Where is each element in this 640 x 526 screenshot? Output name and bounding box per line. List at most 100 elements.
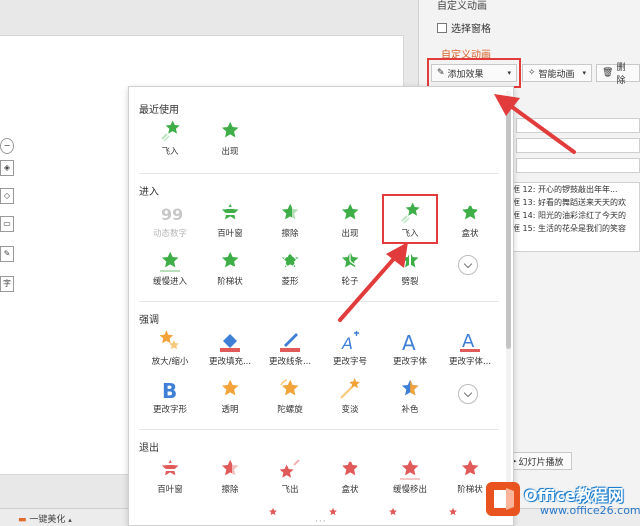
font-size-icon: A [341, 331, 359, 353]
divider [139, 429, 499, 430]
svg-text:B: B [162, 379, 177, 401]
bold-b-icon: B [162, 379, 177, 401]
effect-exit-blinds[interactable]: 百叶窗 [139, 457, 201, 507]
effect-label: 出现 [221, 147, 239, 157]
effect-fade[interactable]: 变淡 [319, 377, 381, 427]
emphasis-more-button[interactable] [458, 384, 478, 404]
effect-label: 飞入 [161, 147, 179, 157]
exit-blinds-star-icon [160, 457, 180, 481]
section-title-exit: 退出 [139, 443, 159, 454]
select-pane-icon [437, 22, 447, 33]
effect-label: 更改字体... [448, 357, 492, 367]
collapse-icon[interactable]: − [0, 138, 14, 154]
delete-button[interactable]: 🗑 删除 [596, 63, 640, 86]
fill-bucket-icon [220, 334, 240, 352]
pen-line-icon [280, 333, 300, 352]
slideshow-play-button[interactable]: ▸ 幻灯片播放 [508, 452, 572, 470]
effect-fly-out[interactable]: 飞出 [259, 457, 321, 507]
text-tool-icon[interactable]: 字 [0, 276, 14, 292]
pen-icon[interactable]: ✎ [0, 246, 14, 262]
select-pane-link[interactable]: 选择窗格 [437, 20, 491, 35]
effect-slow-enter[interactable]: 缓慢进入 [139, 249, 201, 299]
magic-wand-icon: ✧ [528, 68, 536, 78]
effect-appear[interactable]: 出现 [319, 201, 381, 251]
effect-change-font[interactable]: A 更改字体 [379, 329, 441, 379]
box-star-icon [461, 201, 479, 222]
svg-text:99: 99 [161, 205, 182, 224]
effect-change-font-size[interactable]: A 更改字号 [319, 329, 381, 379]
effect-wipe[interactable]: 擦除 [259, 201, 321, 251]
frame-icon[interactable]: ▭ [0, 216, 14, 232]
effect-label: 变淡 [341, 405, 359, 415]
effect-split[interactable]: 劈裂 [379, 249, 441, 299]
section-title-entrance: 进入 [139, 187, 159, 198]
list-item[interactable]: 框 14: 阳光的油彩涂红了今天的 [509, 209, 639, 222]
entrance-more-button[interactable] [458, 255, 478, 275]
effect-label: 阶梯状 [217, 277, 243, 287]
svg-text:A: A [402, 331, 416, 353]
pane-title: 自定义动画 [437, 1, 487, 12]
effect-label: 透明 [221, 405, 239, 415]
appear-star-icon [218, 119, 242, 143]
layers-icon[interactable]: ◈ [0, 160, 14, 176]
effect-label: 放大/缩小 [151, 357, 189, 367]
divider [139, 173, 499, 174]
effect-dynamic-number: 99 动态数字 [139, 201, 201, 251]
slow-enter-star-icon [160, 249, 180, 272]
effect-label: 劈裂 [401, 277, 419, 287]
blinds-star-icon [220, 201, 240, 225]
font-icon: A [402, 331, 416, 353]
effect-stairs[interactable]: 阶梯状 [199, 249, 261, 299]
list-item[interactable]: 框 12: 开心的锣鼓敲出年年... [509, 183, 639, 196]
effect-spin[interactable]: 陀螺旋 [259, 377, 321, 427]
fly-in-star-icon [161, 119, 182, 142]
effect-property-field[interactable] [516, 138, 640, 153]
effect-change-font-color[interactable]: A 更改字体... [439, 329, 501, 379]
effect-wheel[interactable]: 轮子 [319, 249, 381, 299]
effect-recent-appear[interactable]: 出现 [199, 119, 261, 169]
resize-grip-icon[interactable]: ··· [315, 517, 327, 525]
effect-recent-fly-in[interactable]: 飞入 [139, 119, 201, 169]
smart-animation-button[interactable]: ✧ 智能动画 ▾ [522, 64, 592, 82]
effect-transparency[interactable]: 透明 [199, 377, 261, 427]
effect-exit-wipe[interactable]: 擦除 [199, 457, 261, 507]
one-click-beautify-button[interactable]: ▬ 一键美化 ▴ [18, 512, 72, 525]
chevron-down-icon: ▾ [582, 69, 586, 77]
section-title-emphasis: 强调 [139, 315, 159, 326]
dropdown-scrollbar-thumb[interactable] [506, 109, 511, 349]
svg-text:A: A [462, 331, 475, 352]
effect-blinds[interactable]: 百叶窗 [199, 201, 261, 251]
list-item[interactable]: 框 15: 生活的花朵是我们的笑容 [509, 222, 639, 235]
effect-label: 缓慢进入 [152, 277, 187, 287]
shape-icon[interactable]: ◇ [0, 188, 14, 204]
effect-change-fill[interactable]: 更改填充... [199, 329, 261, 379]
fade-wand-icon [340, 377, 362, 399]
effect-slow-exit[interactable]: 缓慢移出 [379, 457, 441, 507]
effect-exit-box[interactable]: 盒状 [319, 457, 381, 507]
animation-list[interactable]: 框 12: 开心的锣鼓敲出年年... 框 13: 好看的舞蹈送来天天的欢 框 1… [508, 182, 640, 252]
effect-box[interactable]: 盒状 [439, 201, 501, 251]
select-pane-label: 选择窗格 [451, 24, 491, 35]
effect-change-line[interactable]: 更改线条... [259, 329, 321, 379]
beautify-icon: ▬ [18, 515, 27, 525]
add-effect-highlight [427, 58, 521, 88]
spin-star-icon [280, 379, 302, 401]
effect-label: 缓慢移出 [392, 485, 427, 495]
effect-complementary-color[interactable]: 补色 [379, 377, 441, 427]
trash-icon: 🗑 [602, 68, 614, 78]
effect-label: 更改字体 [392, 357, 427, 367]
effect-property-field[interactable] [516, 118, 640, 133]
effect-grow-shrink[interactable]: 放大/缩小 [139, 329, 201, 379]
effect-property-field[interactable] [516, 158, 640, 173]
slideshow-play-label: 幻灯片播放 [518, 457, 564, 468]
effect-change-font-style[interactable]: B 更改字形 [139, 377, 201, 427]
list-item[interactable]: 框 13: 好看的舞蹈送来天天的欢 [509, 196, 639, 209]
exit-box-star-icon [341, 457, 359, 478]
watermark-url: www.office26.com [540, 504, 640, 517]
effect-label: 更改字形 [152, 405, 187, 415]
delete-label: 删除 [616, 63, 626, 86]
diamond-star-icon [281, 249, 299, 270]
effect-label: 陀螺旋 [277, 405, 303, 415]
effect-label: 出现 [341, 229, 359, 239]
effect-diamond[interactable]: 菱形 [259, 249, 321, 299]
